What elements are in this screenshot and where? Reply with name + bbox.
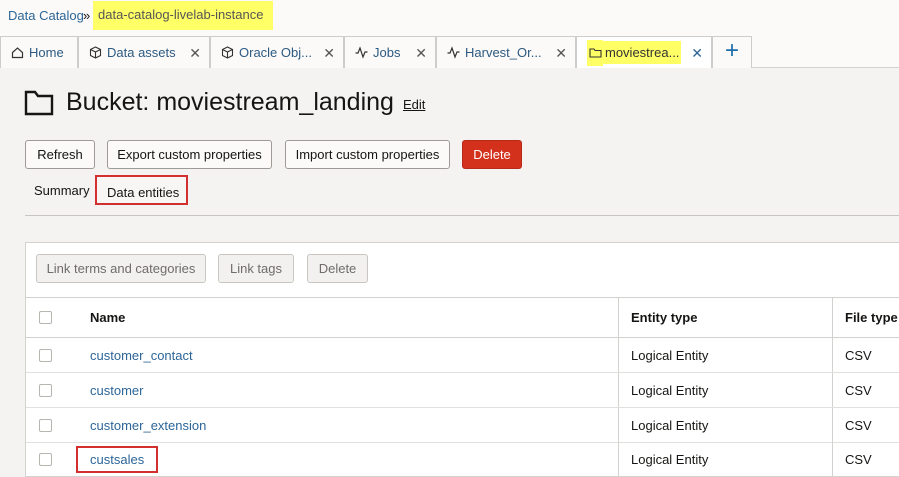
close-icon[interactable]: ✕ <box>415 45 427 62</box>
link-tags-button[interactable]: Link tags <box>218 254 294 283</box>
toolbar-delete-button[interactable]: Delete <box>307 254 368 283</box>
home-icon <box>11 46 24 59</box>
table-row: customer_extension Logical Entity CSV <box>26 408 899 443</box>
export-custom-properties-button[interactable]: Export custom properties <box>107 140 272 169</box>
column-divider <box>832 442 833 477</box>
column-divider <box>618 298 619 337</box>
cube-icon <box>89 46 102 59</box>
column-divider <box>618 408 619 442</box>
tab-harvest[interactable]: Harvest_Or... ✕ <box>436 36 576 68</box>
file-type-cell: CSV <box>845 417 872 433</box>
divider <box>25 215 899 216</box>
tab-bar: Home Data assets ✕ Oracle Obj... ✕ Jobs … <box>0 34 899 68</box>
edit-title-link[interactable]: Edit <box>403 97 425 112</box>
row-checkbox[interactable] <box>39 419 52 432</box>
file-type-cell: CSV <box>845 382 872 398</box>
tab-label: Jobs <box>373 45 401 60</box>
tab-oracle-objects[interactable]: Oracle Obj... ✕ <box>210 36 344 68</box>
cube-icon <box>221 46 234 59</box>
subtab-summary[interactable]: Summary <box>34 183 90 198</box>
tab-label: Harvest_Or... <box>465 45 542 60</box>
close-icon[interactable]: ✕ <box>189 45 201 62</box>
tab-moviestream[interactable]: moviestrea... ✕ <box>576 36 712 68</box>
row-checkbox[interactable] <box>39 453 52 466</box>
column-header-entity-type[interactable]: Entity type <box>631 298 697 337</box>
tab-data-assets[interactable]: Data assets ✕ <box>78 36 210 68</box>
tab-label: moviestrea... <box>603 41 682 64</box>
column-divider <box>618 373 619 407</box>
close-icon[interactable]: ✕ <box>691 45 703 62</box>
tab-label: Home <box>29 45 64 60</box>
import-custom-properties-button[interactable]: Import custom properties <box>285 140 450 169</box>
page-title: Bucket: moviestream_landing <box>66 88 394 116</box>
row-checkbox[interactable] <box>39 384 52 397</box>
close-icon[interactable]: ✕ <box>323 45 335 62</box>
column-header-file-type[interactable]: File type <box>845 298 898 337</box>
select-all-checkbox[interactable] <box>39 311 52 324</box>
row-checkbox[interactable] <box>39 349 52 362</box>
column-divider <box>618 338 619 372</box>
breadcrumb-root-link[interactable]: Data Catalog <box>8 8 84 23</box>
entity-name-link[interactable]: customer <box>90 373 143 407</box>
table-row: customer Logical Entity CSV <box>26 373 899 408</box>
add-tab-button[interactable]: + <box>712 36 752 68</box>
column-divider <box>832 408 833 442</box>
column-divider <box>618 442 619 477</box>
column-divider <box>832 338 833 372</box>
table-header: Name Entity type File type <box>26 298 899 338</box>
entity-name-link[interactable]: custsales <box>76 446 159 473</box>
link-terms-button[interactable]: Link terms and categories <box>36 254 206 283</box>
entity-type-cell: Logical Entity <box>631 382 709 398</box>
table-toolbar: Link terms and categories Link tags Dele… <box>26 243 899 298</box>
entity-type-cell: Logical Entity <box>631 417 709 433</box>
table-row: customer_contact Logical Entity CSV <box>26 338 899 373</box>
folder-icon <box>587 39 603 66</box>
refresh-button[interactable]: Refresh <box>25 140 95 169</box>
entity-name-cell: custsales <box>76 442 159 477</box>
tab-label: Oracle Obj... <box>239 45 312 60</box>
folder-icon <box>24 88 54 121</box>
delete-button[interactable]: Delete <box>462 140 522 169</box>
subtab-data-entities[interactable]: Data entities <box>95 175 188 205</box>
data-entities-panel: Link terms and categories Link tags Dele… <box>25 242 899 477</box>
breadcrumb-separator: » <box>83 8 91 23</box>
tab-home[interactable]: Home <box>0 36 78 68</box>
column-divider <box>832 298 833 337</box>
tab-label: Data assets <box>107 45 176 60</box>
breadcrumb-current: data-catalog-livelab-instance <box>93 1 273 30</box>
entity-name-link[interactable]: customer_contact <box>90 338 193 372</box>
activity-icon <box>447 46 460 59</box>
column-divider <box>832 373 833 407</box>
activity-icon <box>355 46 368 59</box>
close-icon[interactable]: ✕ <box>555 45 567 62</box>
entity-name-link[interactable]: customer_extension <box>90 408 206 442</box>
table-row: custsales Logical Entity CSV <box>26 442 899 477</box>
tab-jobs[interactable]: Jobs ✕ <box>344 36 436 68</box>
file-type-cell: CSV <box>845 452 872 467</box>
entity-type-cell: Logical Entity <box>631 452 709 467</box>
entity-type-cell: Logical Entity <box>631 347 709 363</box>
file-type-cell: CSV <box>845 347 872 363</box>
breadcrumb: Data Catalog » data-catalog-livelab-inst… <box>0 0 899 34</box>
column-header-name[interactable]: Name <box>90 298 125 337</box>
